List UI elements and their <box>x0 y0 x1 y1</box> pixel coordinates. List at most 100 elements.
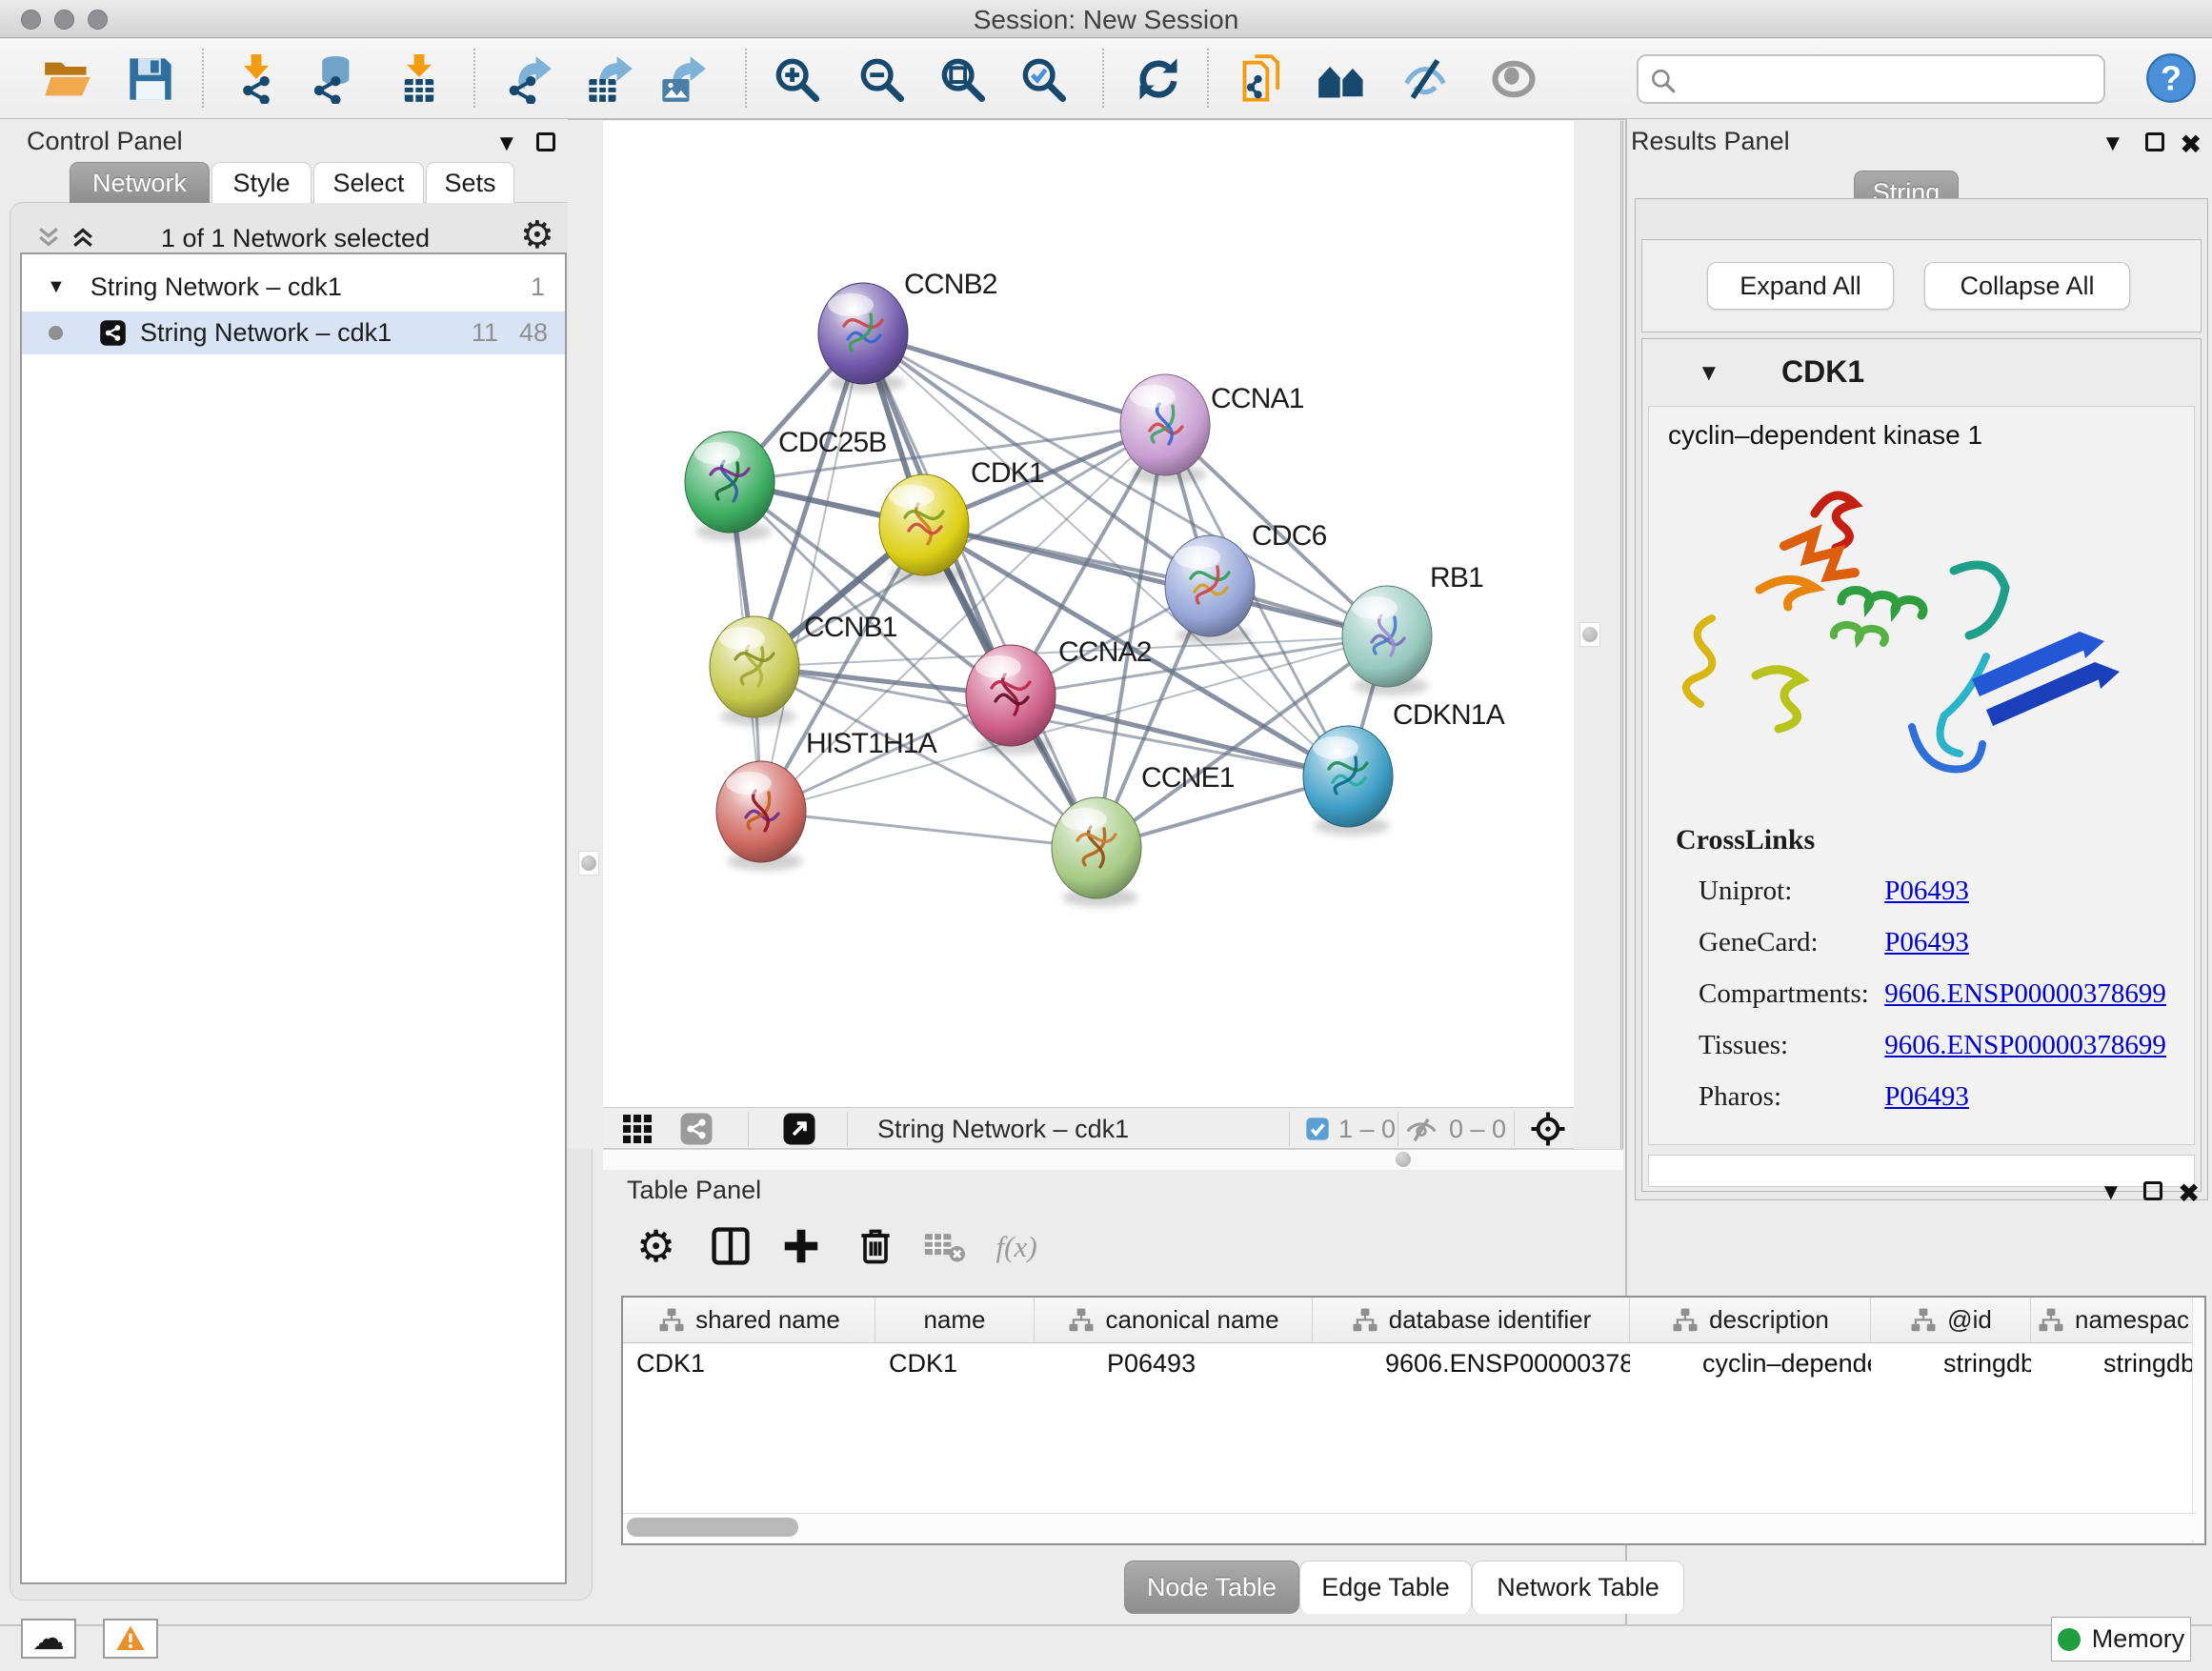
table-cell[interactable]: stringdb <box>2031 1343 2196 1383</box>
memory-button[interactable]: Memory <box>2051 1617 2191 1661</box>
tab-node-table[interactable]: Node Table <box>1124 1560 1299 1614</box>
preview-eye-icon[interactable] <box>1489 54 1538 104</box>
import-table-icon[interactable] <box>394 54 444 104</box>
crosslink-link[interactable]: 9606.ENSP00000378699 <box>1884 978 2166 1009</box>
import-database-icon[interactable] <box>307 54 356 104</box>
network-tree-row[interactable]: String Network – cdk1 11 48 <box>22 312 565 354</box>
tab-style[interactable]: Style <box>211 162 312 203</box>
zoom-out-icon[interactable] <box>856 54 906 104</box>
selected-checkbox-icon[interactable] <box>1304 1116 1331 1142</box>
crosslink-link[interactable]: P06493 <box>1884 927 1969 957</box>
network-node-rb1[interactable]: RB1 <box>1342 562 1483 695</box>
right-splitter[interactable] <box>1574 121 1623 1149</box>
crosslink-label: Uniprot: <box>1699 876 1878 907</box>
import-network-icon[interactable] <box>231 54 281 104</box>
zoom-selected-icon[interactable] <box>1018 54 1068 104</box>
column-header--id[interactable]: @id <box>1871 1298 2031 1342</box>
string-home-icon[interactable] <box>1317 54 1366 104</box>
tab-network-table[interactable]: Network Table <box>1472 1560 1684 1614</box>
table-row[interactable]: CDK1CDK1P064939606.ENSP00000378699cyclin… <box>623 1343 2196 1383</box>
control-panel-maximize-icon[interactable] <box>536 132 555 151</box>
tab-sets[interactable]: Sets <box>426 162 514 203</box>
refresh-network-icon[interactable] <box>1134 54 1183 104</box>
network-node-hist1h1a[interactable]: HIST1H1A <box>716 728 937 871</box>
table-panel-close-icon[interactable]: ✖ <box>2178 1178 2200 1209</box>
column-header-canonical-name[interactable]: canonical name <box>1035 1298 1313 1342</box>
table-panel-maximize-icon[interactable] <box>2143 1181 2162 1200</box>
cloud-status-button[interactable]: ☁ <box>21 1619 76 1659</box>
collapse-all-button[interactable]: Collapse All <box>1924 262 2130 310</box>
hidden-counts: 0 – 0 <box>1449 1115 1506 1144</box>
zoom-in-icon[interactable] <box>772 54 821 104</box>
crosslink-link[interactable]: P06493 <box>1884 1081 1969 1112</box>
right-splitter-grip[interactable] <box>1579 622 1600 647</box>
results-panel-float-icon[interactable]: ▼ <box>2101 131 2124 157</box>
network-node-ccna2[interactable]: CCNA2 <box>966 636 1152 755</box>
column-tree-icon <box>1351 1306 1379 1335</box>
column-header-database-identifier[interactable]: database identifier <box>1313 1298 1630 1342</box>
show-columns-icon[interactable] <box>710 1225 752 1267</box>
search-input[interactable] <box>1686 60 2096 98</box>
table-cell[interactable]: cyclin–dependent ... <box>1630 1343 1871 1383</box>
results-panel-maximize-icon[interactable] <box>2145 132 2164 151</box>
table-horizontal-scrollbar-thumb[interactable] <box>627 1518 798 1537</box>
network-list-options-gear-icon[interactable]: ⚙ <box>520 213 554 257</box>
left-splitter-grip[interactable] <box>578 851 599 876</box>
table-options-gear-icon[interactable]: ⚙ <box>636 1225 675 1267</box>
tab-network[interactable]: Network <box>70 162 210 203</box>
table-vertical-scrollbar[interactable] <box>2192 1298 2204 1543</box>
gene-collapse-caret-icon[interactable]: ▼ <box>1698 360 1720 387</box>
tree-expand-caret-icon[interactable]: ▼ <box>47 276 66 298</box>
network-edge[interactable] <box>863 333 1096 848</box>
table-cell[interactable]: stringdb:9... <box>1871 1343 2031 1383</box>
export-network-icon[interactable] <box>504 54 553 104</box>
node-label: CCNB2 <box>904 269 997 300</box>
save-session-icon[interactable] <box>126 54 175 104</box>
table-cell[interactable]: CDK1 <box>623 1343 875 1383</box>
column-header-shared-name[interactable]: shared name <box>623 1298 875 1342</box>
left-splitter[interactable] <box>568 121 603 1149</box>
table-cell[interactable]: CDK1 <box>875 1343 1035 1383</box>
hide-glasses-icon[interactable] <box>1400 54 1450 104</box>
string-import-icon[interactable] <box>1238 54 1288 104</box>
results-panel-close-icon[interactable]: ✖ <box>2180 129 2202 160</box>
function-builder-icon: f(x) <box>989 1225 1056 1267</box>
zoom-fit-icon[interactable] <box>937 54 987 104</box>
grid-view-icon[interactable] <box>620 1112 654 1146</box>
table-cell[interactable]: P06493 <box>1035 1343 1313 1383</box>
horizontal-splitter-grip[interactable] <box>1396 1152 1411 1167</box>
table-cell[interactable]: 9606.ENSP00000378699 <box>1313 1343 1630 1383</box>
export-table-icon[interactable] <box>585 54 634 104</box>
node-label: CDKN1A <box>1393 699 1505 731</box>
network-edge[interactable] <box>761 812 1096 848</box>
tab-select[interactable]: Select <box>313 162 424 203</box>
export-image-icon[interactable] <box>658 54 708 104</box>
crosslink-link[interactable]: P06493 <box>1884 876 1969 906</box>
help-button[interactable]: ? <box>2145 52 2197 104</box>
network-tree-row[interactable]: ▼ String Network – cdk1 1 <box>22 266 565 309</box>
search-box[interactable] <box>1637 54 2105 104</box>
create-column-plus-icon[interactable] <box>780 1225 822 1267</box>
tab-edge-table[interactable]: Edge Table <box>1299 1560 1472 1614</box>
horizontal-splitter[interactable] <box>603 1149 1623 1170</box>
network-edge[interactable] <box>863 333 1165 425</box>
network-node-cdc6[interactable]: CDC6 <box>1165 520 1327 645</box>
network-view-mode-icon[interactable] <box>679 1112 714 1146</box>
network-node-cdkn1a[interactable]: CDKN1A <box>1303 699 1505 836</box>
fit-selected-crosshair-icon[interactable] <box>1529 1110 1567 1148</box>
open-session-icon[interactable] <box>43 54 92 104</box>
window-title: Session: New Session <box>0 5 2212 35</box>
expand-all-button[interactable]: Expand All <box>1707 262 1894 310</box>
crosslink-link[interactable]: 9606.ENSP00000378699 <box>1884 1030 2166 1060</box>
column-header-description[interactable]: description <box>1630 1298 1871 1342</box>
table-panel-float-icon[interactable]: ▼ <box>2100 1179 2122 1206</box>
network-canvas[interactable]: CCNB2 CCNA1 CDC25B CDK1 CDC6 RB1 CCNB1 <box>603 121 1574 1107</box>
table-horizontal-scrollbar[interactable] <box>623 1513 2196 1540</box>
warnings-button[interactable] <box>103 1619 158 1659</box>
column-header-name[interactable]: name <box>875 1298 1035 1342</box>
hidden-eye-slash-icon[interactable] <box>1405 1114 1438 1146</box>
column-header-namespac[interactable]: namespac <box>2031 1298 2196 1342</box>
delete-column-trash-icon[interactable] <box>855 1225 896 1267</box>
control-panel-float-icon[interactable]: ▼ <box>495 131 518 157</box>
open-in-window-icon[interactable] <box>782 1112 816 1146</box>
